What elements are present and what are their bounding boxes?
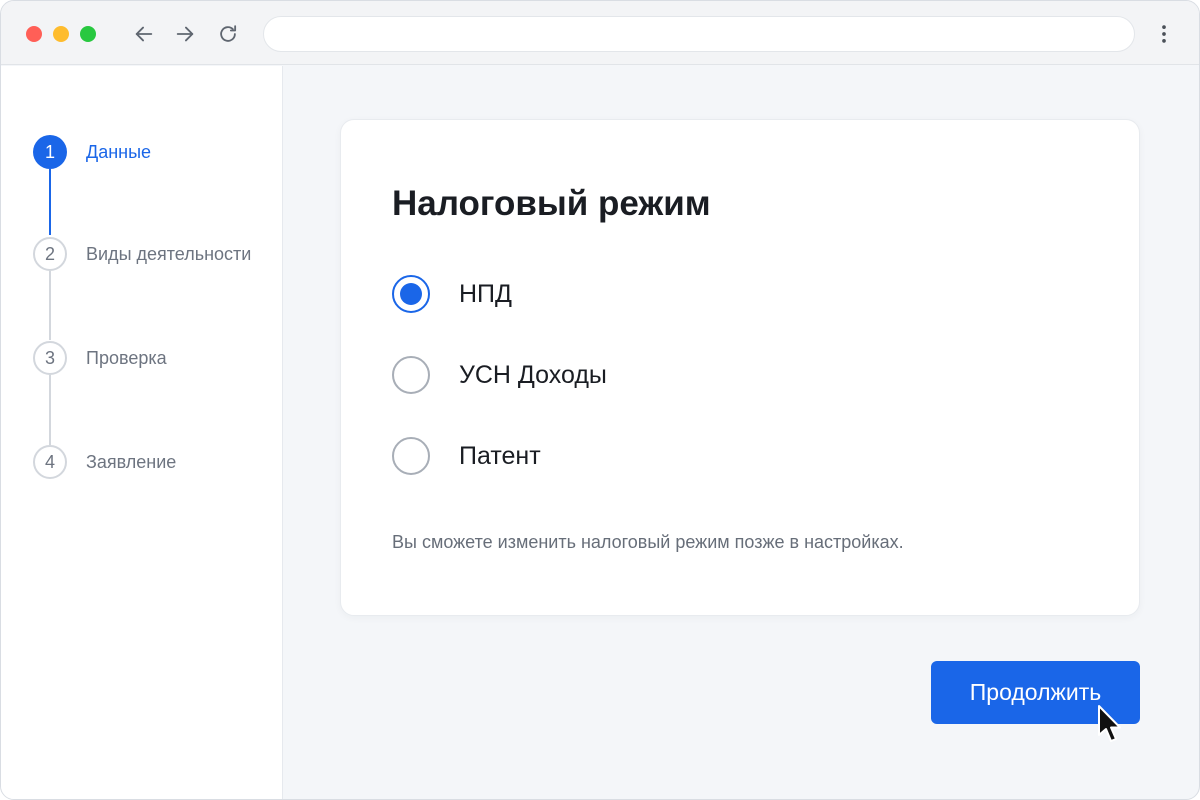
radio-button[interactable] bbox=[392, 437, 430, 475]
address-bar-input[interactable] bbox=[263, 16, 1135, 52]
step-connector bbox=[49, 271, 51, 340]
page-title: Налоговый режим bbox=[392, 184, 711, 223]
kebab-menu-icon[interactable] bbox=[1151, 21, 1177, 47]
step-data[interactable]: 1 Данные bbox=[33, 135, 151, 169]
close-window-button[interactable] bbox=[26, 26, 42, 42]
radio-button[interactable] bbox=[392, 356, 430, 394]
step-number: 4 bbox=[33, 445, 67, 479]
radio-option-usn[interactable]: УСН Доходы bbox=[392, 356, 607, 394]
hint-text: Вы сможете изменить налоговый режим позж… bbox=[392, 532, 904, 552]
step-label: Заявление bbox=[86, 451, 177, 472]
browser-toolbar bbox=[1, 1, 1199, 65]
tax-regime-card: Налоговый режим НПД УСН Доходы Патент Вы… bbox=[340, 119, 1140, 616]
step-number: 2 bbox=[33, 237, 67, 271]
step-application[interactable]: 4 Заявление bbox=[33, 445, 176, 479]
step-number: 3 bbox=[33, 341, 67, 375]
step-activities[interactable]: 2 Виды деятельности bbox=[33, 237, 251, 271]
browser-window: 1 Данные 2 Виды деятельности 3 Проверка … bbox=[0, 0, 1200, 800]
radio-dot bbox=[400, 283, 422, 305]
mouse-pointer-icon bbox=[1098, 705, 1121, 742]
reload-icon[interactable] bbox=[215, 21, 241, 47]
step-label: Проверка bbox=[86, 347, 167, 368]
radio-button-checked[interactable] bbox=[392, 275, 430, 313]
minimize-window-button[interactable] bbox=[53, 26, 69, 42]
stepper-sidebar: 1 Данные 2 Виды деятельности 3 Проверка … bbox=[1, 66, 283, 799]
maximize-window-button[interactable] bbox=[80, 26, 96, 42]
step-label: Виды деятельности bbox=[86, 243, 252, 264]
step-connector bbox=[49, 375, 51, 445]
arrow-right-icon[interactable] bbox=[172, 21, 198, 47]
radio-option-label: УСН Доходы bbox=[459, 360, 607, 389]
radio-option-npd[interactable]: НПД bbox=[392, 275, 512, 313]
radio-option-label: НПД bbox=[459, 279, 512, 308]
step-connector bbox=[49, 169, 51, 235]
radio-option-patent[interactable]: Патент bbox=[392, 437, 541, 475]
radio-option-label: Патент bbox=[459, 441, 541, 470]
step-check[interactable]: 3 Проверка bbox=[33, 341, 167, 375]
step-label: Данные bbox=[86, 141, 152, 162]
step-number: 1 bbox=[33, 135, 67, 169]
arrow-left-icon[interactable] bbox=[131, 21, 157, 47]
